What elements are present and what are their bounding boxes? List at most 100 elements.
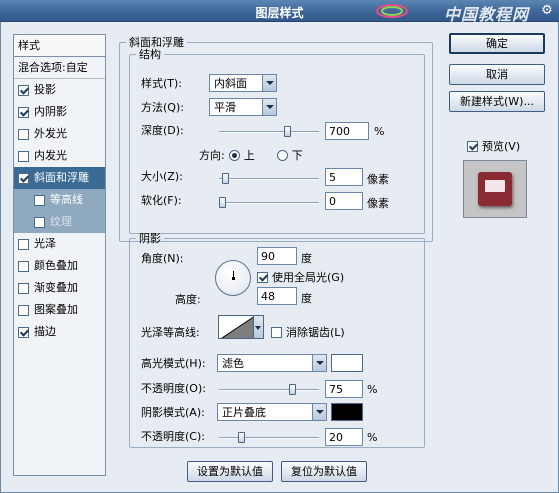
altitude-input[interactable]: 48 (257, 287, 297, 305)
style-item[interactable]: 等高线 (14, 189, 105, 211)
soften-input[interactable]: 0 (325, 192, 363, 210)
style-item-label: 内发光 (34, 149, 67, 162)
style-item[interactable]: 斜面和浮雕 (14, 167, 105, 189)
altitude-label: 高度: (175, 293, 201, 306)
shadow-opacity-slider[interactable] (219, 432, 319, 443)
highlight-opacity-input[interactable]: 75 (325, 380, 363, 398)
slider-thumb[interactable] (238, 432, 245, 443)
set-default-button[interactable]: 设置为默认值 (187, 461, 273, 482)
angle-label: 角度(N): (141, 252, 184, 265)
title-bar: 中国教程网 图层样式 ⚙ (0, 0, 559, 24)
technique-select[interactable]: 平滑 (209, 98, 277, 116)
depth-label: 深度(D): (141, 124, 184, 137)
style-item-checkbox[interactable] (34, 216, 45, 228)
soften-unit: 像素 (367, 197, 389, 210)
direction-up-radio[interactable] (228, 149, 240, 161)
highlight-mode-value: 滤色 (222, 357, 244, 370)
ok-button[interactable]: 确定 (449, 33, 545, 54)
slider-track (219, 202, 319, 204)
highlight-opacity-label: 不透明度(O): (141, 382, 206, 395)
antialias-label[interactable]: 消除锯齿(L) (286, 324, 345, 340)
chevron-down-icon[interactable] (262, 75, 276, 91)
global-light-checkbox[interactable] (257, 271, 268, 283)
new-style-button[interactable]: 新建样式(W)... (449, 91, 545, 112)
style-item-checkbox[interactable] (18, 106, 29, 118)
style-item-checkbox[interactable] (18, 128, 29, 140)
slider-thumb[interactable] (284, 126, 291, 137)
style-list-header[interactable]: 样式 (14, 35, 105, 57)
angle-input[interactable]: 90 (257, 247, 297, 265)
slider-thumb[interactable] (219, 197, 226, 208)
contour-dropdown-icon[interactable] (254, 315, 264, 339)
style-item[interactable]: 投影 (14, 79, 105, 101)
style-list: 样式 混合选项:自定 投影内阴影外发光内发光斜面和浮雕 等高线 纹理 光泽颜色叠加渐变… (13, 34, 106, 476)
close-icon[interactable]: ⚙ (539, 3, 555, 19)
direction-down-label[interactable]: 下 (292, 147, 303, 163)
slider-thumb[interactable] (289, 384, 296, 395)
direction-down-radio[interactable] (276, 149, 288, 161)
style-item-label: 外发光 (34, 127, 67, 140)
depth-slider[interactable] (219, 126, 319, 137)
style-item[interactable]: 内阴影 (14, 101, 105, 123)
angle-unit: 度 (301, 252, 312, 265)
style-item[interactable]: 外发光 (14, 123, 105, 145)
gloss-contour-preview[interactable] (218, 315, 254, 339)
shadow-opacity-input[interactable]: 20 (325, 428, 363, 446)
reset-default-button[interactable]: 复位为默认值 (281, 461, 367, 482)
contour-curve-icon (221, 316, 253, 338)
style-item-checkbox[interactable] (18, 238, 29, 250)
style-item-label: 颜色叠加 (34, 259, 78, 272)
style-item-checkbox[interactable] (34, 194, 45, 206)
style-item[interactable]: 内发光 (14, 145, 105, 167)
style-item-label: 描边 (34, 325, 56, 338)
preview-label[interactable]: 预览(V) (482, 138, 520, 154)
size-input[interactable]: 5 (325, 168, 363, 186)
chevron-down-icon[interactable] (312, 404, 326, 420)
angle-dial[interactable] (215, 260, 251, 296)
shadow-mode-value: 正片叠底 (222, 406, 266, 419)
depth-input[interactable]: 700 (325, 122, 369, 140)
style-item-label: 图案叠加 (34, 303, 78, 316)
altitude-unit: 度 (301, 292, 312, 305)
style-item-label: 内阴影 (34, 105, 67, 118)
angle-center (232, 277, 235, 280)
style-item-checkbox[interactable] (18, 172, 29, 184)
bevel-style-value: 内斜面 (214, 77, 247, 90)
style-item[interactable]: 纹理 (14, 211, 105, 233)
cancel-button[interactable]: 取消 (449, 64, 545, 85)
style-item[interactable]: 颜色叠加 (14, 255, 105, 277)
slider-track (219, 178, 319, 180)
style-item[interactable]: 光泽 (14, 233, 105, 255)
shadow-color-swatch[interactable] (331, 403, 363, 421)
shadow-mode-select[interactable]: 正片叠底 (217, 403, 327, 421)
style-item-checkbox[interactable] (18, 326, 29, 338)
chevron-down-icon[interactable] (312, 355, 326, 371)
style-label: 样式(T): (141, 77, 183, 90)
style-item-checkbox[interactable] (18, 84, 29, 96)
highlight-mode-select[interactable]: 滤色 (217, 354, 327, 372)
style-item[interactable]: 描边 (14, 321, 105, 343)
gloss-contour-label: 光泽等高线: (141, 326, 200, 339)
antialias-checkbox[interactable] (271, 326, 282, 338)
chevron-down-icon[interactable] (262, 99, 276, 115)
slider-thumb[interactable] (222, 173, 229, 184)
style-item-label: 投影 (34, 83, 56, 96)
highlight-color-swatch[interactable] (331, 354, 363, 372)
size-slider[interactable] (219, 173, 319, 184)
global-light-label[interactable]: 使用全局光(G) (272, 269, 344, 285)
soften-slider[interactable] (219, 197, 319, 208)
size-label: 大小(Z): (141, 170, 183, 183)
style-item[interactable]: 渐变叠加 (14, 277, 105, 299)
style-item-checkbox[interactable] (18, 150, 29, 162)
style-item-checkbox[interactable] (18, 260, 29, 272)
style-item[interactable]: 图案叠加 (14, 299, 105, 321)
style-item-checkbox[interactable] (18, 282, 29, 294)
shading-title: 阴影 (139, 232, 161, 245)
blend-options-item[interactable]: 混合选项:自定 (14, 57, 105, 79)
bevel-style-select[interactable]: 内斜面 (209, 74, 277, 92)
style-item-checkbox[interactable] (18, 304, 29, 316)
highlight-opacity-slider[interactable] (219, 384, 319, 395)
preview-checkbox[interactable] (467, 140, 478, 152)
highlight-opacity-unit: % (367, 383, 378, 396)
direction-up-label[interactable]: 上 (244, 147, 255, 163)
